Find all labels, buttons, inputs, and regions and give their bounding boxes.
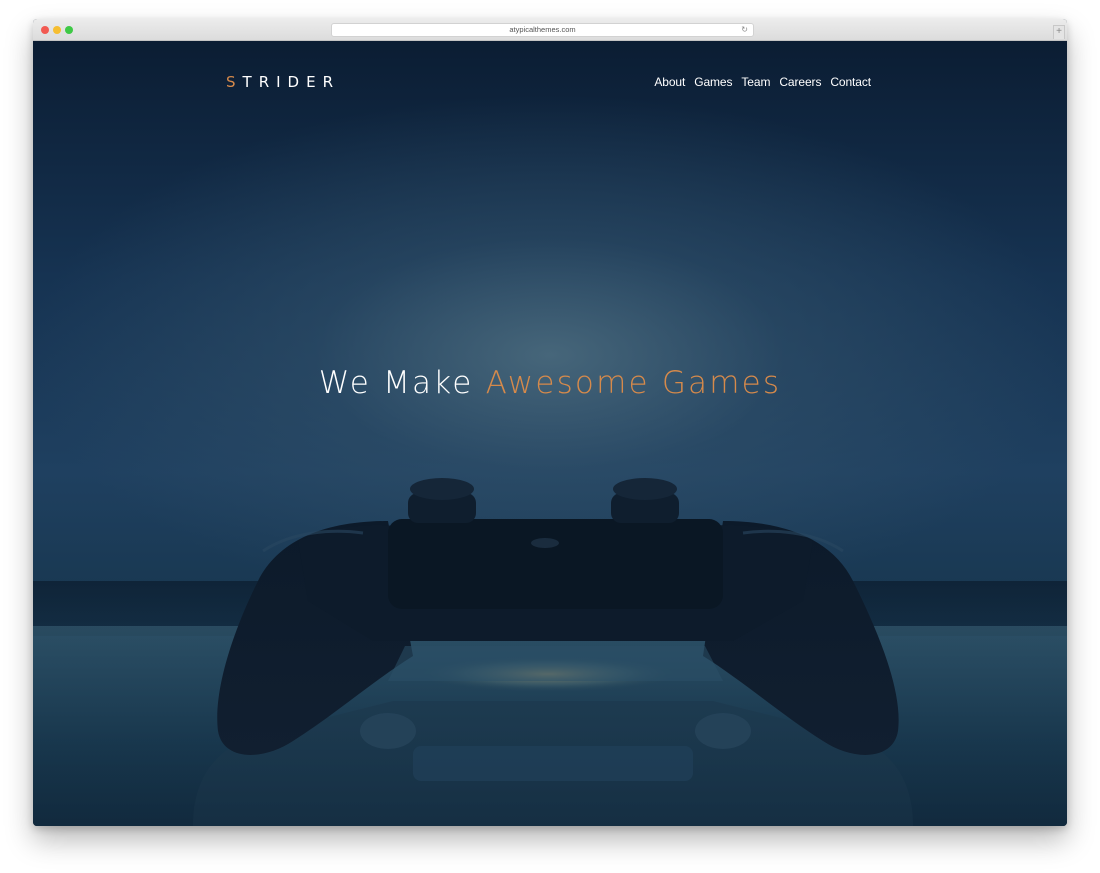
game-controller-image: [193, 478, 913, 826]
nav-careers[interactable]: Careers: [779, 75, 821, 89]
plus-icon[interactable]: +: [1053, 25, 1065, 39]
hero-section: STRIDER About Games Team Careers Contact…: [33, 41, 1067, 826]
address-bar[interactable]: atypicalthemes.com ↻: [331, 23, 754, 37]
logo-text: TRIDER: [242, 73, 340, 91]
zoom-window-button[interactable]: [65, 26, 73, 34]
close-window-button[interactable]: [41, 26, 49, 34]
headline-plain: We Make: [318, 365, 486, 401]
main-nav: About Games Team Careers Contact: [654, 75, 871, 89]
nav-team[interactable]: Team: [741, 75, 770, 89]
brand-logo[interactable]: STRIDER: [226, 73, 340, 91]
reload-icon[interactable]: ↻: [741, 24, 748, 36]
address-bar-url: atypicalthemes.com: [509, 25, 576, 34]
nav-games[interactable]: Games: [694, 75, 732, 89]
browser-titlebar: atypicalthemes.com ↻ +: [33, 19, 1067, 41]
headline-accent: Awesome Games: [485, 365, 782, 401]
logo-accent-letter: S: [226, 73, 243, 91]
minimize-window-button[interactable]: [53, 26, 61, 34]
hero-headline: We Make Awesome Games: [33, 365, 1067, 401]
nav-about[interactable]: About: [654, 75, 685, 89]
browser-window: atypicalthemes.com ↻ + STRIDER About Gam…: [33, 19, 1067, 826]
nav-contact[interactable]: Contact: [830, 75, 871, 89]
